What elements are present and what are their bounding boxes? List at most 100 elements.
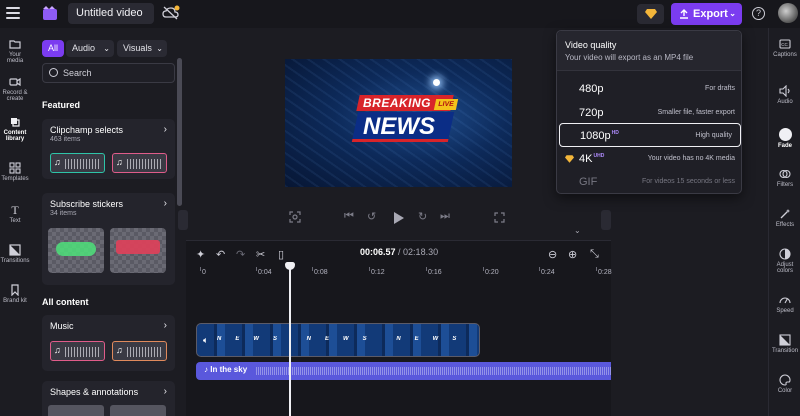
gem-icon [645, 9, 657, 19]
prop-fade[interactable]: Fade [769, 128, 800, 149]
music-note-icon: ♫ [54, 157, 61, 167]
nav-record-create[interactable]: Record & create [0, 76, 30, 102]
left-panel-collapse-handle[interactable] [178, 210, 188, 230]
card-title: Music [50, 321, 74, 331]
nav-label: Your media [6, 52, 24, 64]
filter-visuals[interactable]: Visuals ⌄ [117, 40, 167, 57]
premium-button[interactable] [637, 4, 664, 24]
total-time: / 02:18.30 [398, 247, 439, 257]
prop-label: Color [777, 388, 793, 394]
filter-all[interactable]: All [42, 40, 65, 57]
prop-filters[interactable]: Filters [769, 168, 800, 188]
prop-audio[interactable]: Audio [769, 85, 800, 105]
playhead[interactable] [289, 264, 291, 416]
cloud-sync-off-icon[interactable] [162, 5, 180, 21]
nav-label: Content library [3, 130, 27, 142]
quality-value: 4K [579, 153, 593, 165]
prop-captions[interactable]: CC Captions [769, 38, 800, 58]
prop-speed[interactable]: Speed [769, 294, 800, 314]
video-clip[interactable]: 🔈︎ NEWS NEWS NEWS NEWS NEWS NEWS NEWS NE… [196, 323, 480, 357]
nav-your-media[interactable]: Your media [0, 38, 30, 64]
dropdown-header: Video quality Your video will export as … [557, 31, 741, 71]
chevron-down-icon: ⌄ [156, 44, 163, 53]
quality-option-480p[interactable]: 480p For drafts [557, 77, 743, 101]
export-button[interactable]: Export ⌄ [671, 3, 742, 25]
chevron-right-icon: › [163, 198, 167, 209]
skip-forward-icon[interactable]: ⏭ [440, 210, 450, 223]
audio-thumbnail[interactable]: ♫ [50, 341, 105, 361]
right-panel-collapse-handle[interactable] [601, 210, 611, 230]
avatar[interactable] [778, 3, 798, 23]
nav-brand-kit[interactable]: Brand kit [0, 284, 30, 304]
top-bar: Untitled video Export ⌄ ? [0, 0, 800, 28]
skip-back-icon[interactable]: ⏮ [344, 210, 354, 223]
news-text: NEWS [363, 113, 435, 140]
filter-audio[interactable]: Audio ⌄ [66, 40, 114, 57]
quality-option-1080p[interactable]: 1080pHD High quality [559, 123, 741, 147]
prop-adjust-colors[interactable]: Adjust colors [769, 248, 800, 274]
chevron-down-icon: ⌄ [729, 9, 736, 18]
help-icon[interactable]: ? [752, 7, 765, 20]
card-shapes-annotations[interactable]: Shapes & annotations › [42, 381, 175, 416]
shape-thumbnail[interactable] [110, 405, 166, 416]
frame-label: NEWS [396, 336, 471, 342]
sticker-graphic [56, 242, 96, 256]
zoom-in-icon[interactable]: ⊕ [568, 248, 577, 261]
split-scissors-icon[interactable]: ✂ [256, 248, 265, 261]
quality-description: High quality [695, 132, 732, 139]
video-preview[interactable]: BREAKING LIVE NEWS [285, 59, 512, 187]
card-subscribe-stickers[interactable]: Subscribe stickers 34 items › [42, 193, 175, 285]
sticker-thumbnail[interactable] [110, 228, 166, 273]
audio-thumbnail[interactable]: ♫ [112, 341, 167, 361]
time-ruler[interactable]: 0 0:04 0:08 0:12 0:16 0:20 0:24 0:28 [186, 267, 612, 281]
card-title: Subscribe stickers [50, 199, 124, 209]
speedometer-icon [779, 297, 791, 304]
audio-thumbnail[interactable]: ♫ [112, 153, 167, 173]
search-icon [49, 68, 58, 77]
prop-label: Captions [773, 52, 797, 58]
quality-option-4k[interactable]: 4KUHD Your video has no 4K media [557, 147, 743, 171]
nav-text[interactable]: T Text [0, 204, 30, 224]
card-subtitle: 34 items [50, 210, 77, 217]
library-scrollbar[interactable] [177, 58, 182, 206]
video-clip-frames: NEWS NEWS NEWS NEWS NEWS NEWS NEWS NEWS … [197, 336, 479, 342]
rewind-5-icon[interactable]: ↺ [367, 210, 376, 223]
prop-color[interactable]: Color [769, 374, 800, 394]
quality-option-720p[interactable]: 720p Smaller file, faster export [557, 101, 743, 125]
card-title: Clipchamp selects [50, 125, 124, 135]
audio-thumbnail[interactable]: ♫ [50, 153, 105, 173]
fit-to-screen-icon[interactable]: ⤡ [590, 248, 599, 261]
forward-5-icon[interactable]: ↻ [418, 210, 427, 223]
audio-clip[interactable]: ♪ In the sky [196, 362, 611, 380]
contrast-icon [779, 248, 791, 260]
card-music[interactable]: Music › ♫ ♫ [42, 315, 175, 371]
nav-transitions[interactable]: Transitions [0, 244, 30, 264]
nav-label: Record & create [2, 90, 28, 102]
nav-content-library[interactable]: Content library [0, 116, 30, 142]
menu-icon[interactable] [6, 7, 20, 19]
palette-icon [779, 374, 791, 386]
nav-templates[interactable]: Templates [0, 162, 30, 182]
zoom-out-icon[interactable]: ⊖ [548, 248, 557, 261]
text-icon: T [11, 203, 19, 217]
project-title-input[interactable]: Untitled video [68, 3, 154, 24]
fullscreen-icon[interactable] [494, 212, 505, 223]
chevron-down-icon[interactable]: ⌄ [574, 226, 581, 235]
prop-transition[interactable]: Transition [769, 334, 800, 354]
screenshot-icon[interactable] [289, 211, 301, 223]
undo-icon[interactable]: ↶ [216, 248, 225, 261]
shape-thumbnail[interactable] [48, 405, 104, 416]
prop-label: Transition [771, 348, 799, 354]
card-clipchamp-selects[interactable]: Clipchamp selects 463 items › ♫ ♫ [42, 119, 175, 179]
prop-effects[interactable]: Effects [769, 208, 800, 228]
delete-icon[interactable]: ▯ [278, 248, 284, 261]
card-title: Shapes & annotations [50, 387, 139, 397]
magic-wand-icon[interactable]: ✦ [196, 248, 205, 261]
ruler-label: 0:20 [485, 269, 499, 276]
redo-icon[interactable]: ↷ [236, 248, 245, 261]
search-input[interactable]: Search [42, 63, 175, 83]
quality-option-gif[interactable]: GIF For videos 15 seconds or less [557, 170, 743, 194]
transition-icon [779, 334, 791, 346]
play-button[interactable] [394, 212, 404, 224]
sticker-thumbnail[interactable] [48, 228, 104, 273]
